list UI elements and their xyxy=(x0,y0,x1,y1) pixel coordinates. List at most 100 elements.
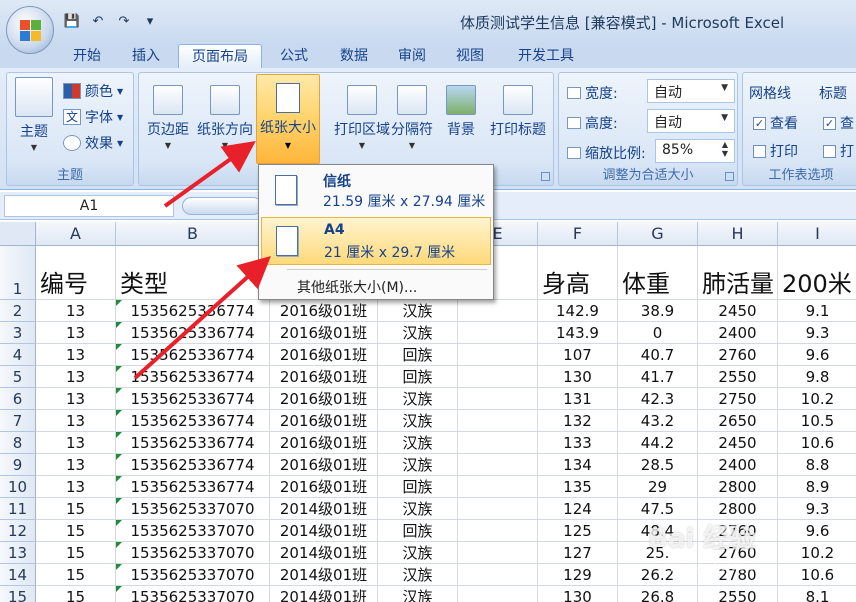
table-cell[interactable]: 汉族 xyxy=(378,542,458,564)
table-cell[interactable]: 1535625336774 xyxy=(116,432,270,454)
table-cell[interactable]: 132 xyxy=(538,410,618,432)
table-cell[interactable]: 2014级01班 xyxy=(270,542,378,564)
row-header[interactable]: 7 xyxy=(0,410,36,432)
header-cell[interactable]: 类型 xyxy=(116,246,270,300)
table-cell[interactable] xyxy=(458,476,538,498)
table-cell[interactable]: 125 xyxy=(538,520,618,542)
tab-review[interactable]: 审阅 xyxy=(384,44,440,68)
table-cell[interactable]: 13 xyxy=(36,300,116,322)
row-header[interactable]: 6 xyxy=(0,388,36,410)
table-cell[interactable] xyxy=(458,388,538,410)
row-header[interactable]: 11 xyxy=(0,498,36,520)
table-cell[interactable]: 9.3 xyxy=(778,322,856,344)
table-cell[interactable]: 2016级01班 xyxy=(270,432,378,454)
table-cell[interactable] xyxy=(458,300,538,322)
table-cell[interactable]: 1535625336774 xyxy=(116,366,270,388)
table-cell[interactable]: 129 xyxy=(538,564,618,586)
table-cell[interactable]: 回族 xyxy=(378,366,458,388)
table-cell[interactable]: 47.5 xyxy=(618,498,698,520)
table-cell[interactable] xyxy=(458,344,538,366)
table-cell[interactable]: 2800 xyxy=(698,498,778,520)
table-cell[interactable]: 汉族 xyxy=(378,586,458,602)
table-cell[interactable]: 29 xyxy=(618,476,698,498)
table-cell[interactable]: 9.8 xyxy=(778,366,856,388)
name-box[interactable]: A1 xyxy=(4,195,174,217)
column-header-i[interactable]: I xyxy=(778,222,856,246)
row-header[interactable]: 8 xyxy=(0,432,36,454)
fonts-button[interactable]: 文 字体 ▼ xyxy=(63,107,123,127)
column-header-b[interactable]: B xyxy=(116,222,270,246)
table-cell[interactable]: 15 xyxy=(36,564,116,586)
scale-spinner[interactable]: 85% ▲ ▼ xyxy=(655,139,735,163)
table-cell[interactable]: 1535625336774 xyxy=(116,410,270,432)
headings-view-checkbox[interactable]: ✓ 查 xyxy=(823,113,854,133)
table-cell[interactable]: 10.6 xyxy=(778,432,856,454)
table-cell[interactable]: 130 xyxy=(538,586,618,602)
table-cell[interactable]: 2450 xyxy=(698,432,778,454)
table-cell[interactable]: 135 xyxy=(538,476,618,498)
effects-button[interactable]: 效果 ▼ xyxy=(63,133,123,153)
table-cell[interactable]: 26.8 xyxy=(618,586,698,602)
table-cell[interactable] xyxy=(458,454,538,476)
row-header[interactable]: 10 xyxy=(0,476,36,498)
table-cell[interactable]: 10.5 xyxy=(778,410,856,432)
table-cell[interactable]: 2450 xyxy=(698,300,778,322)
table-cell[interactable] xyxy=(458,432,538,454)
table-cell[interactable]: 43.2 xyxy=(618,410,698,432)
table-cell[interactable] xyxy=(458,586,538,602)
header-cell[interactable]: 编号 xyxy=(36,246,116,300)
spinner-arrows-icon[interactable]: ▲ ▼ xyxy=(722,140,728,158)
row-header[interactable]: 15 xyxy=(0,586,36,602)
table-cell[interactable]: 回族 xyxy=(378,344,458,366)
row-header[interactable]: 9 xyxy=(0,454,36,476)
table-cell[interactable]: 汉族 xyxy=(378,498,458,520)
page-setup-launcher-icon[interactable] xyxy=(541,172,550,181)
table-cell[interactable]: 1535625336774 xyxy=(116,322,270,344)
tab-insert[interactable]: 插入 xyxy=(118,44,174,68)
table-cell[interactable]: 13 xyxy=(36,410,116,432)
table-cell[interactable]: 2016级01班 xyxy=(270,322,378,344)
header-cell[interactable]: 身高 xyxy=(538,246,618,300)
table-cell[interactable] xyxy=(458,542,538,564)
table-cell[interactable]: 127 xyxy=(538,542,618,564)
undo-icon[interactable]: ↶ xyxy=(88,11,108,31)
column-header-f[interactable]: F xyxy=(538,222,618,246)
paper-size-option-letter[interactable]: 信纸 21.59 厘米 x 27.94 厘米 xyxy=(261,167,491,215)
table-cell[interactable]: 1535625337070 xyxy=(116,542,270,564)
height-select[interactable]: 自动 ▼ xyxy=(647,109,735,133)
table-cell[interactable]: 2016级01班 xyxy=(270,300,378,322)
header-cell[interactable]: 200米 xyxy=(778,246,856,300)
table-cell[interactable]: 1535625337070 xyxy=(116,520,270,542)
header-cell[interactable]: 肺活量 xyxy=(698,246,778,300)
tab-data[interactable]: 数据 xyxy=(326,44,382,68)
tab-home[interactable]: 开始 xyxy=(58,44,116,68)
header-cell[interactable]: 体重 xyxy=(618,246,698,300)
table-cell[interactable] xyxy=(458,564,538,586)
table-cell[interactable]: 2760 xyxy=(698,344,778,366)
row-header[interactable]: 4 xyxy=(0,344,36,366)
table-cell[interactable]: 38.9 xyxy=(618,300,698,322)
table-cell[interactable]: 1535625337070 xyxy=(116,586,270,602)
more-paper-sizes-item[interactable]: 其他纸张大小(M)... xyxy=(297,277,417,297)
table-cell[interactable]: 2550 xyxy=(698,366,778,388)
table-cell[interactable]: 13 xyxy=(36,366,116,388)
table-cell[interactable]: 8.1 xyxy=(778,586,856,602)
table-cell[interactable]: 2016级01班 xyxy=(270,344,378,366)
table-cell[interactable]: 8.9 xyxy=(778,476,856,498)
margins-button[interactable]: 页边距 ▼ xyxy=(143,85,193,150)
column-header-a[interactable]: A xyxy=(36,222,116,246)
row-header[interactable]: 12 xyxy=(0,520,36,542)
table-cell[interactable]: 2016级01班 xyxy=(270,476,378,498)
table-cell[interactable]: 1535625336774 xyxy=(116,344,270,366)
table-cell[interactable]: 汉族 xyxy=(378,322,458,344)
table-cell[interactable]: 15 xyxy=(36,498,116,520)
table-cell[interactable]: 9.3 xyxy=(778,498,856,520)
table-cell[interactable]: 142.9 xyxy=(538,300,618,322)
table-cell[interactable]: 2400 xyxy=(698,322,778,344)
table-cell[interactable]: 1535625336774 xyxy=(116,454,270,476)
gridlines-print-checkbox[interactable]: 打印 xyxy=(753,141,798,161)
row-header[interactable]: 14 xyxy=(0,564,36,586)
select-all-corner[interactable] xyxy=(0,222,36,246)
table-cell[interactable]: 2750 xyxy=(698,388,778,410)
table-cell[interactable]: 汉族 xyxy=(378,564,458,586)
